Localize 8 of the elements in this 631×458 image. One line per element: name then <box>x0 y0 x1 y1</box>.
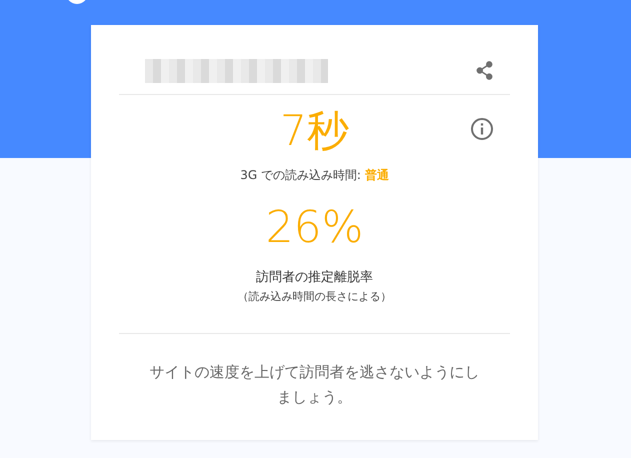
load-time: 7秒 <box>280 105 349 157</box>
bounce-rate-note: （読み込み時間の長さによる） <box>238 289 392 304</box>
advice-text: サイトの速度を上げて訪問者を逃さないようにしましょう。 <box>148 362 480 408</box>
share-icon[interactable] <box>476 61 493 80</box>
info-icon[interactable] <box>470 117 494 141</box>
bounce-rate-label: 訪問者の推定離脱率 <box>256 269 373 286</box>
load-time-label: 3G での読み込み時間: 普通 <box>240 167 389 184</box>
bounce-rate: 26% <box>266 202 364 254</box>
